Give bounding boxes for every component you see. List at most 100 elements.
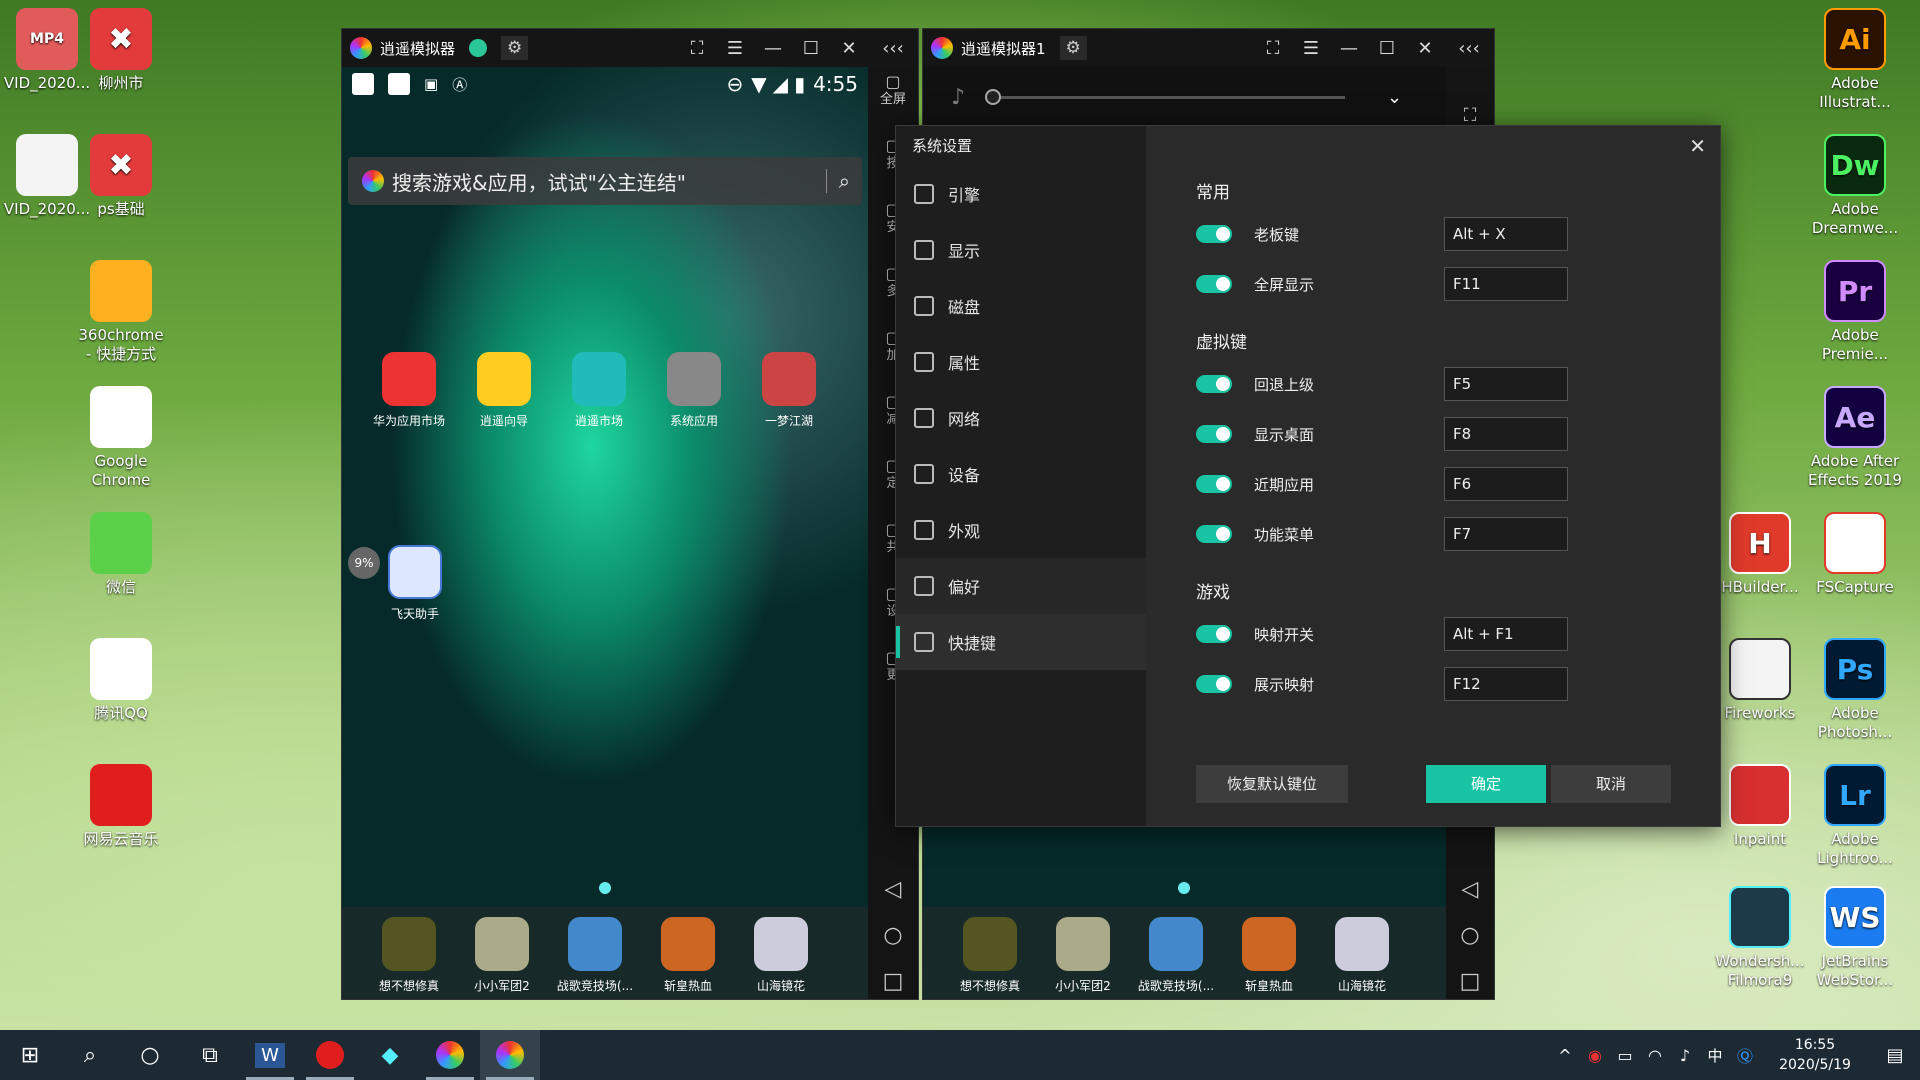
desktop-icon[interactable]: Ps Adobe Photosh... [1800,638,1910,742]
app-item[interactable]: 华为应用市场 [364,352,454,429]
desktop-icon[interactable]: ✖ 柳州市 [66,8,176,93]
dock-app[interactable]: 小小军团2 [1038,917,1128,994]
app-item[interactable]: 一梦江湖 [744,352,834,429]
screenshot-icon[interactable]: ⛶ [1254,38,1292,59]
maximize-icon[interactable]: ☐ [792,38,830,59]
nav-item[interactable]: 外观 [896,502,1146,558]
nav-home-icon[interactable]: ○ [1446,923,1494,948]
emulator-2-titlebar[interactable]: 逍遥模拟器1 ⚙ ⛶ ☰ — ☐ ✕ ‹‹‹ [923,29,1494,67]
nav-back-icon[interactable]: ◁ [1446,877,1494,902]
nav-home-icon[interactable]: ○ [868,923,918,948]
shortcut-toggle[interactable] [1196,225,1232,243]
shortcut-key-input[interactable]: F5 [1444,367,1568,401]
nav-item[interactable]: 网络 [896,390,1146,446]
menu-icon[interactable]: ☰ [716,38,754,59]
shortcut-toggle[interactable] [1196,475,1232,493]
shortcut-key-input[interactable]: F7 [1444,517,1568,551]
close-icon[interactable]: ✕ [1406,38,1444,59]
gear-tab-icon[interactable]: ⚙ [1059,36,1087,60]
dock-app[interactable]: 小小军团2 [457,917,547,994]
desktop-icon[interactable]: Ai Adobe Illustrat... [1800,8,1910,112]
shortcut-toggle[interactable] [1196,525,1232,543]
emulator-icon-2[interactable] [480,1030,540,1080]
cortana-icon[interactable]: ○ [120,1030,180,1080]
shortcut-key-input[interactable]: F12 [1444,667,1568,701]
desktop-icon[interactable]: Lr Adobe Lightroo... [1800,764,1910,868]
dialog-close-icon[interactable]: ✕ [1689,134,1706,158]
tray-volume-icon[interactable]: ♪ [1670,1030,1700,1080]
shortcut-key-input[interactable]: F11 [1444,267,1568,301]
collapse-sidebar-icon[interactable]: ‹‹‹ [1444,38,1494,59]
nav-recent-icon[interactable]: □ [1446,969,1494,994]
cancel-button[interactable]: 取消 [1551,765,1671,803]
slider-thumb[interactable] [985,88,1002,105]
tray-battery-icon[interactable]: ▭ [1610,1030,1640,1080]
dock-app[interactable]: 斩皇热血 [643,917,733,994]
green-circle-icon[interactable] [469,39,488,57]
dock-app[interactable]: 斩皇热血 [1224,917,1314,994]
menu-icon[interactable]: ☰ [1292,38,1330,59]
shortcut-key-input[interactable]: F6 [1444,467,1568,501]
search-bar[interactable]: 搜索游戏&应用，试试"公主连结" ⌕ [348,157,862,205]
chevron-down-icon[interactable]: ⌄ [1387,87,1402,108]
nav-item[interactable]: 引擎 [896,166,1146,222]
desktop-icon[interactable]: Google Chrome [66,386,176,490]
tray-chevron-icon[interactable]: ^ [1550,1030,1580,1080]
shortcut-toggle[interactable] [1196,425,1232,443]
dock-app[interactable]: 战歌竞技场(... [1131,917,1221,994]
app-item[interactable]: 逍遥市场 [554,352,644,429]
screenshot-icon[interactable]: ⛶ [678,38,716,59]
desktop-icon[interactable]: WS JetBrains WebStor... [1800,886,1910,990]
clock[interactable]: 16:55 2020/5/19 [1760,1035,1870,1075]
desktop-icon[interactable]: Fireworks [1705,638,1815,723]
netease-music-icon[interactable] [300,1030,360,1080]
search-icon[interactable]: ⌕ [825,169,862,193]
page-dot[interactable] [599,882,611,894]
nav-item[interactable]: 磁盘 [896,278,1146,334]
shortcut-key-input[interactable]: F8 [1444,417,1568,451]
app-item[interactable]: 逍遥向导 [459,352,549,429]
desktop-icon[interactable]: FSCapture [1800,512,1910,597]
shortcut-toggle[interactable] [1196,375,1232,393]
sidebar-tool[interactable]: ▢ 全屏 [868,73,918,109]
search-icon[interactable]: ⌕ [60,1030,120,1080]
nav-item[interactable]: 显示 [896,222,1146,278]
desktop-icon[interactable]: Pr Adobe Premie... [1800,260,1910,364]
desktop-icon[interactable]: Dw Adobe Dreamwe... [1800,134,1910,238]
word-icon[interactable]: W [240,1030,300,1080]
notification-center-icon[interactable]: ▤ [1870,1030,1920,1080]
dock-app[interactable]: 想不想修真 [945,917,1035,994]
desktop-icon[interactable]: Ae Adobe After Effects 2019 [1800,386,1910,490]
dock-app[interactable]: 想不想修真 [364,917,454,994]
collapse-sidebar-icon[interactable]: ‹‹‹ [868,38,918,59]
nav-item[interactable]: 快捷键 [896,614,1146,670]
filmora-icon[interactable]: ◆ [360,1030,420,1080]
shortcut-toggle[interactable] [1196,675,1232,693]
ok-button[interactable]: 确定 [1426,765,1546,803]
desktop-icon[interactable]: Wondersh... Filmora9 [1705,886,1815,990]
task-view-icon[interactable]: ⧉ [180,1030,240,1080]
tray-network-icon[interactable]: ◠ [1640,1030,1670,1080]
nav-recent-icon[interactable]: □ [868,969,918,994]
nav-back-icon[interactable]: ◁ [868,877,918,902]
desktop-icon[interactable]: 腾讯QQ [66,638,176,723]
maximize-icon[interactable]: ☐ [1368,38,1406,59]
desktop-icon[interactable]: 网易云音乐 [66,764,176,849]
nav-item[interactable]: 属性 [896,334,1146,390]
brightness-slider[interactable] [985,88,1346,105]
bell-icon[interactable]: ♪ [951,85,965,110]
desktop-icon[interactable]: Inpaint [1705,764,1815,849]
emulator-icon[interactable] [420,1030,480,1080]
shortcut-key-input[interactable]: Alt + X [1444,217,1568,251]
dock-app[interactable]: 山海镜花 [736,917,826,994]
desktop-icon[interactable]: H HBuilder... [1705,512,1815,597]
minimize-icon[interactable]: — [1330,38,1368,59]
start-icon[interactable]: ⊞ [0,1030,60,1080]
emulator-1-screen[interactable]: ▣ Ⓐ ⊖ ▼ ◢ ▮ 4:55 搜索游戏&应用，试试"公主连结" ⌕ 华为应用… [342,67,868,999]
minimize-icon[interactable]: — [754,38,792,59]
dock-app[interactable]: 战歌竞技场(... [550,917,640,994]
desktop-icon[interactable]: ✖ ps基础 [66,134,176,219]
shortcut-toggle[interactable] [1196,275,1232,293]
page-dot[interactable] [1178,882,1190,894]
close-icon[interactable]: ✕ [830,38,868,59]
